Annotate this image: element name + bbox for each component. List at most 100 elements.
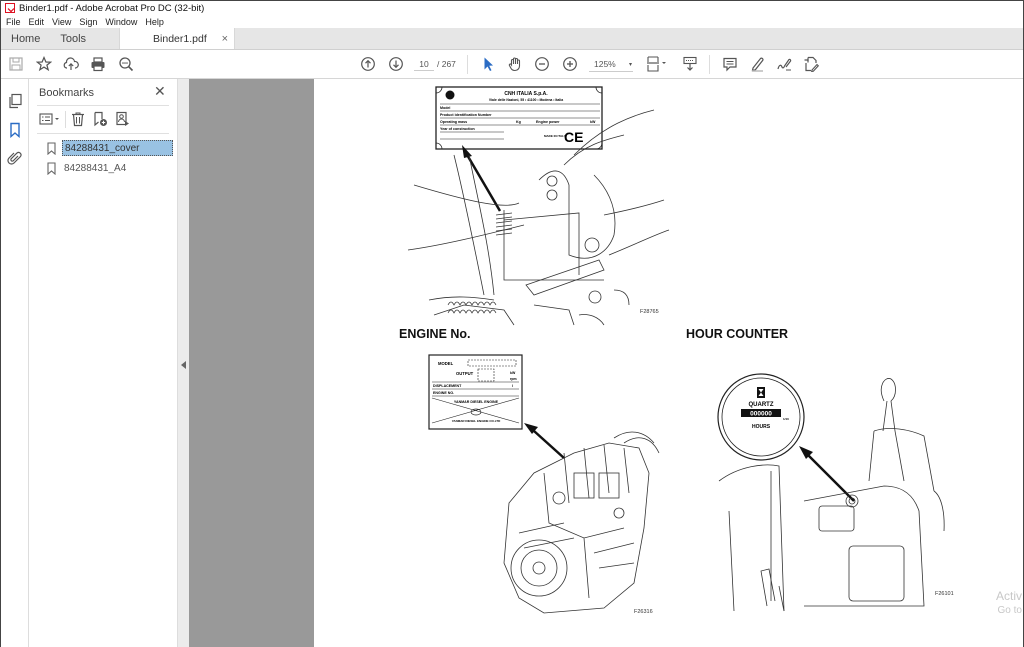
zoom-level-value: 125% (594, 59, 616, 69)
new-bookmark-icon[interactable] (92, 111, 108, 127)
engine-plate-company: YANMAR DIESEL ENGINE CO.LTD (452, 419, 501, 423)
figure-id: F26101 (935, 591, 954, 597)
fill-sign-icon[interactable] (803, 56, 819, 72)
acrobat-app-icon (5, 3, 15, 13)
tools-divider (65, 111, 66, 128)
bookmark-label: 84288431_cover (62, 140, 173, 156)
page-total: / 267 (437, 59, 456, 69)
plate-company: CNH ITALIA S.p.A. (504, 91, 548, 97)
plate-mass-unit: Kg (516, 120, 521, 124)
bookmark-tools (37, 111, 169, 129)
panel-divider (37, 133, 169, 134)
bookmarks-panel-icon[interactable] (7, 122, 23, 139)
acrobat-window: Binder1.pdf - Adobe Acrobat Pro DC (32-b… (0, 0, 1024, 647)
comment-icon[interactable] (722, 56, 738, 72)
engine-figure: MODEL OUTPUT kW rpm DISPLACEMENT l ENGIN… (428, 354, 660, 614)
menu-file[interactable]: File (6, 17, 21, 27)
tab-tools[interactable]: Tools (50, 28, 96, 49)
toolbar-divider (709, 55, 710, 74)
main-toolbar: / 267 125% ▾ (1, 50, 1023, 79)
engine-plate-engine-no: ENGINE NO. (433, 391, 454, 395)
menu-help[interactable]: Help (145, 17, 164, 27)
print-icon[interactable] (90, 56, 106, 72)
engine-plate-kw: kW (510, 371, 516, 375)
identification-plate: CNH ITALIA S.p.A. Viale delle Nazioni, 5… (435, 86, 603, 150)
collapse-panel-arrow-icon[interactable] (181, 361, 186, 369)
delete-bookmark-icon[interactable] (70, 111, 86, 127)
document-viewport[interactable]: CNH ITALIA S.p.A. Viale delle Nazioni, 5… (189, 79, 1023, 647)
bookmark-item[interactable]: 84288431_A4 (47, 160, 173, 176)
pdf-page: CNH ITALIA S.p.A. Viale delle Nazioni, 5… (314, 79, 1023, 647)
activation-watermark: Activ (995, 589, 1022, 603)
close-tab-icon[interactable]: × (222, 33, 228, 45)
plate-row-model: Model (440, 106, 450, 110)
figure-id: F28765 (640, 309, 659, 315)
engine-plate-l: l (512, 384, 513, 388)
engine-plate: MODEL OUTPUT kW rpm DISPLACEMENT l ENGIN… (428, 354, 523, 430)
engine-plate-output: OUTPUT (456, 371, 474, 376)
engine-number-title: ENGINE No. (399, 327, 471, 341)
engine-plate-displacement: DISPLACEMENT (433, 384, 462, 388)
sign-icon[interactable] (776, 56, 792, 72)
bookmarks-panel: Bookmarks ✕ 84288431_cover 84288431_A4 (29, 79, 177, 647)
page-number-input[interactable] (414, 57, 434, 71)
engine-plate-model: MODEL (438, 361, 454, 366)
bookmark-star-icon[interactable] (36, 56, 52, 72)
bookmark-label: 84288431_A4 (64, 162, 127, 174)
menu-view[interactable]: View (52, 17, 71, 27)
engine-plate-rpm: rpm (510, 377, 517, 381)
page-fit-icon[interactable] (646, 56, 668, 72)
save-icon[interactable] (8, 56, 24, 72)
upload-cloud-icon[interactable] (63, 56, 79, 72)
plate-made-in: MADE IN ITALY (544, 134, 566, 138)
highlight-pen-icon[interactable] (749, 56, 765, 72)
search-zoom-icon[interactable] (118, 56, 134, 72)
page-thumbnails-icon[interactable] (7, 93, 23, 109)
menu-sign[interactable]: Sign (79, 17, 97, 27)
bookmark-options-icon[interactable] (39, 111, 61, 127)
toolbar-divider (467, 55, 468, 74)
menu-window[interactable]: Window (105, 17, 137, 27)
navigation-rail (1, 79, 29, 647)
tab-document[interactable]: Binder1.pdf × (119, 28, 236, 49)
plate-power-unit: kW (590, 120, 596, 124)
tab-home[interactable]: Home (1, 28, 50, 49)
gauge-unit: HOURS (752, 424, 771, 430)
panel-splitter[interactable] (177, 79, 189, 647)
bookmark-from-selection-icon[interactable] (114, 111, 130, 127)
previous-page-icon[interactable] (360, 56, 376, 72)
menu-edit[interactable]: Edit (29, 17, 45, 27)
zoom-level-select[interactable]: 125% ▾ (589, 57, 633, 72)
bookmark-icon (47, 161, 56, 175)
tab-bar: Home Tools Binder1.pdf × (1, 28, 1023, 50)
figure-id: F26316 (634, 609, 653, 615)
hour-counter-gauge: QUARTZ 000000 1/10 HOURS (717, 373, 805, 461)
gauge-brand: QUARTZ (749, 402, 774, 408)
zoom-in-icon[interactable] (562, 56, 578, 72)
plate-row-pin: Product identification Number (440, 113, 492, 117)
panel-divider (37, 105, 169, 106)
hour-counter-figure: QUARTZ 000000 1/10 HOURS (717, 373, 945, 612)
plate-row-mass: Operating mass (440, 120, 467, 124)
scroll-mode-icon[interactable] (682, 56, 698, 72)
window-title: Binder1.pdf - Adobe Acrobat Pro DC (32-b… (19, 2, 205, 14)
engine-drawing (503, 431, 660, 614)
title-bar: Binder1.pdf - Adobe Acrobat Pro DC (32-b… (1, 1, 1023, 15)
hand-pan-icon[interactable] (507, 56, 523, 72)
attachments-icon[interactable] (7, 150, 23, 166)
tab-document-label: Binder1.pdf (153, 32, 207, 45)
chevron-down-icon: ▾ (628, 61, 632, 68)
close-panel-icon[interactable]: ✕ (154, 84, 166, 98)
bookmark-item[interactable]: 84288431_cover (47, 140, 173, 156)
menu-bar: File Edit View Sign Window Help (1, 15, 1023, 28)
bookmark-icon (47, 141, 56, 155)
select-arrow-icon[interactable] (480, 56, 496, 72)
identification-plate-figure: CNH ITALIA S.p.A. Viale delle Nazioni, 5… (407, 86, 670, 326)
next-page-icon[interactable] (388, 56, 404, 72)
plate-engine-power: Engine power (536, 120, 560, 124)
zoom-out-icon[interactable] (534, 56, 550, 72)
ce-mark: CE (564, 129, 583, 145)
plate-row-year: Year of construction (440, 127, 475, 131)
hour-counter-title: HOUR COUNTER (686, 327, 789, 341)
panel-title: Bookmarks (39, 87, 95, 99)
